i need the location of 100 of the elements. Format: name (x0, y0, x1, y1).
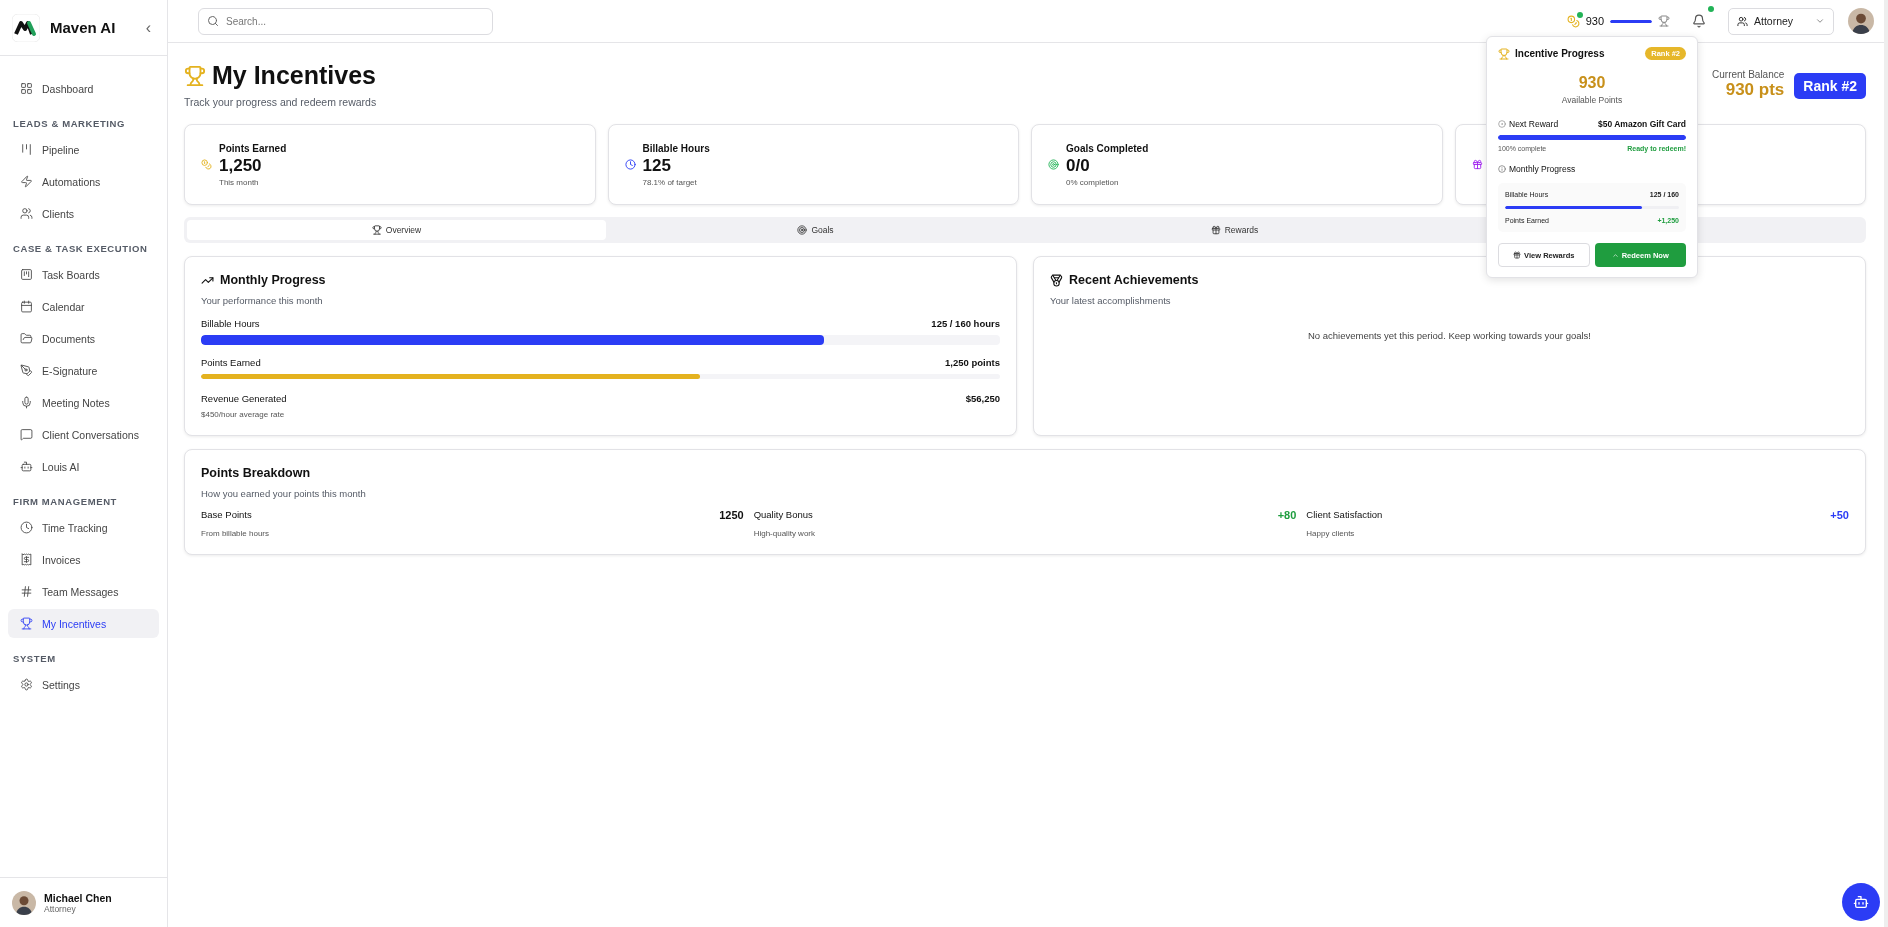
next-reward-value: $50 Amazon Gift Card (1598, 119, 1686, 129)
section-heading: CASE & TASK EXECUTION (12, 242, 149, 256)
stat-value: 125 (642, 155, 672, 176)
trophy-icon (371, 225, 382, 235)
nav-item[interactable]: Meeting Notes (8, 388, 159, 417)
section-heading: SYSTEM (12, 652, 57, 666)
nav-item[interactable]: My Incentives (8, 609, 159, 638)
tab[interactable]: Goals (606, 220, 1025, 240)
card-subtitle: Your latest accomplishments (1050, 295, 1172, 306)
collapse-button[interactable]: ‹ (141, 18, 155, 37)
section-heading: FIRM MANAGEMENT (12, 495, 118, 509)
gift-icon (1513, 251, 1522, 259)
stat-title: Goals Completed (1066, 142, 1149, 154)
brand-name: Maven AI (50, 19, 117, 36)
gift-icon (1471, 159, 1483, 170)
nav-item[interactable]: Pipeline (8, 135, 159, 164)
monthly-label: Monthly Progress (1509, 164, 1576, 174)
stat-value: 0/0 (1066, 155, 1091, 176)
tab[interactable]: Rewards (1025, 220, 1444, 240)
balance-value: 930 pts (1724, 80, 1785, 100)
stat-title: Points Earned (219, 142, 287, 154)
stat-title: Billable Hours (642, 142, 710, 154)
receipt-icon (20, 553, 33, 566)
page-subtitle: Track your progress and redeem rewards (184, 96, 377, 108)
target-icon (1498, 120, 1506, 128)
metric-note: $450/hour average rate (201, 410, 286, 419)
breakdown-label: Client Satisfaction (1306, 509, 1383, 520)
breakdown-label: Quality Bonus (753, 509, 814, 520)
stat-caption: 78.1% of target (642, 177, 698, 187)
grid-icon (20, 82, 33, 95)
card-title: Recent Achievements (1069, 273, 1199, 287)
breakdown-note: Happy clients (1306, 529, 1356, 538)
search-icon (207, 14, 219, 27)
coins-icon (201, 159, 212, 170)
points-label: Available Points (1560, 95, 1624, 105)
users-icon (20, 207, 33, 220)
tab[interactable]: Overview (187, 220, 606, 240)
robot-icon (1853, 894, 1869, 910)
trophy-icon (1498, 47, 1510, 60)
metric-label: Billable Hours (201, 318, 260, 329)
metric-value: $56,250 (965, 393, 1000, 404)
robot-icon (20, 460, 33, 473)
assistant-button[interactable] (1842, 883, 1880, 921)
user-name: Michael Chen (44, 891, 112, 904)
available-points: 930 (1577, 74, 1607, 92)
medal-icon (1050, 273, 1063, 287)
target-icon (797, 225, 808, 235)
user-role: Attorney (44, 903, 77, 914)
logo-icon (12, 13, 40, 42)
role-select[interactable]: Attorney (1728, 7, 1834, 35)
nav-item[interactable]: Time Tracking (8, 513, 159, 542)
profile-avatar (1848, 8, 1874, 34)
metric-label: Revenue Generated (201, 393, 287, 404)
search-field[interactable]: Search... (198, 7, 493, 35)
card-subtitle: Your performance this month (201, 295, 324, 306)
chevron-up-icon (1611, 251, 1619, 259)
info-icon (1498, 165, 1506, 173)
nav-item[interactable]: Clients (8, 199, 159, 228)
pen-icon (20, 364, 33, 377)
bell-icon[interactable] (1692, 14, 1706, 28)
nav-item[interactable]: E-Signature (8, 356, 159, 385)
hash-icon (20, 585, 33, 598)
stat-value: 1,250 (219, 155, 263, 176)
chevron-down-icon (1815, 16, 1825, 26)
nav-item[interactable]: Dashboard (8, 74, 159, 103)
board-icon (20, 268, 33, 281)
nav-item[interactable]: Louis AI (8, 452, 159, 481)
nav-item[interactable]: Documents (8, 324, 159, 353)
card-title: Points Breakdown (201, 466, 311, 480)
nav-item[interactable]: Invoices (8, 545, 159, 574)
points-progress-bar (1610, 19, 1652, 23)
breakdown-value: +50 (1830, 509, 1849, 523)
nav-item[interactable]: Team Messages (8, 577, 159, 606)
breakdown-value: +80 (1277, 509, 1297, 523)
coins-icon[interactable] (1566, 14, 1580, 28)
card-title: Monthly Progress (220, 273, 326, 287)
nav-item[interactable]: Settings (8, 670, 159, 699)
calendar-icon (20, 300, 33, 313)
clock-icon (20, 521, 33, 534)
target-icon (1048, 159, 1059, 170)
trophy-icon (20, 617, 33, 630)
section-heading: LEADS & MARKETING (12, 117, 127, 131)
nav-item[interactable]: Client Conversations (8, 420, 159, 449)
points-count: 930 (1585, 15, 1604, 27)
clock-icon (624, 159, 636, 170)
trophy-icon (1658, 15, 1670, 27)
columns-icon (20, 143, 33, 156)
metric-label: Points Earned (201, 357, 261, 368)
user-avatar (12, 890, 36, 915)
nav-item[interactable]: Task Boards (8, 260, 159, 289)
next-reward-label: Next Reward (1509, 119, 1559, 129)
metric-value: 125 / 160 hours (931, 318, 1000, 329)
nav-item[interactable]: Calendar (8, 292, 159, 321)
microphone-icon (20, 396, 33, 409)
nav-item[interactable]: Automations (8, 167, 159, 196)
stat-caption: 0% completion (1066, 177, 1120, 187)
breakdown-label: Base Points (201, 509, 253, 520)
folder-icon (20, 332, 33, 345)
breakdown-note: High-quality work (753, 529, 815, 538)
rank-button[interactable]: Rank #2 (1794, 73, 1866, 99)
